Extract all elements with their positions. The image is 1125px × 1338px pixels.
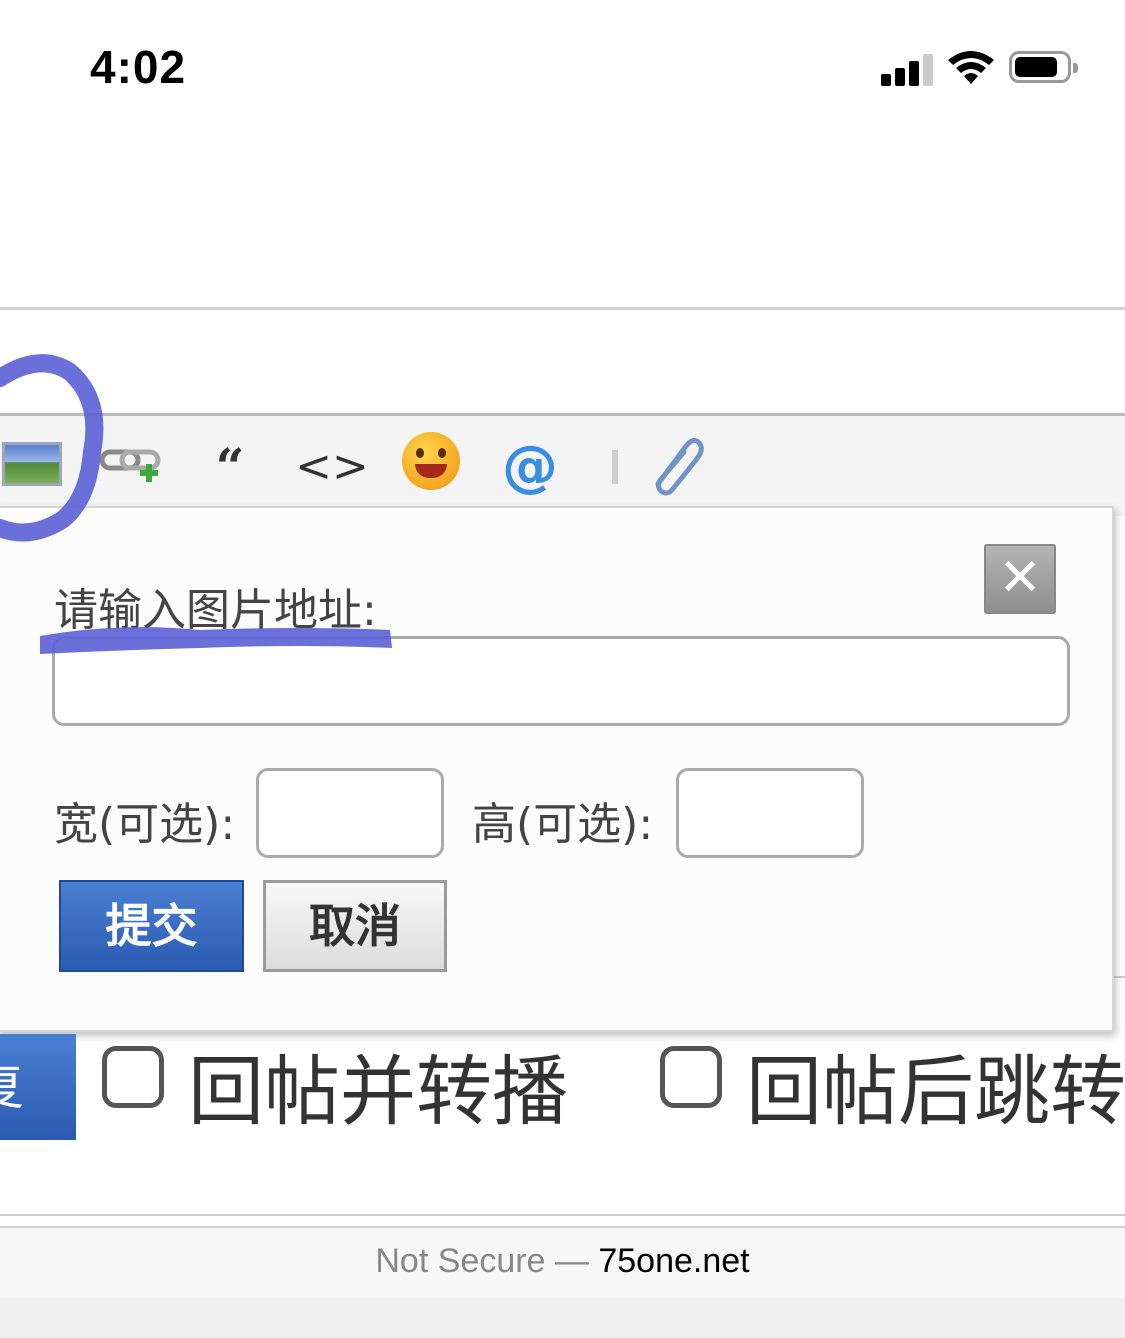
image-url-prompt: 请输入图片地址: (54, 585, 377, 636)
close-dialog-button[interactable]: ✕ (984, 544, 1056, 614)
quote-icon[interactable]: “ (210, 436, 250, 496)
cellular-signal-icon (881, 52, 933, 86)
insert-link-icon[interactable] (100, 444, 164, 490)
image-url-input[interactable] (52, 636, 1070, 726)
security-label: Not Secure — (375, 1242, 599, 1280)
battery-icon (1009, 51, 1078, 83)
cancel-button[interactable]: 取消 (263, 880, 447, 972)
width-label: 宽(可选): (54, 799, 236, 850)
smiley-icon[interactable] (402, 432, 460, 490)
reply-button[interactable]: 复 (0, 1034, 76, 1140)
divider (0, 1214, 1125, 1216)
paperclip-icon[interactable] (646, 432, 706, 496)
divider (0, 307, 1125, 310)
status-time: 4:02 (90, 41, 187, 93)
toolbar-separator (612, 450, 618, 484)
code-icon[interactable]: <> (295, 436, 369, 496)
height-label: 高(可选): (472, 799, 654, 850)
submit-button[interactable]: 提交 (59, 880, 244, 972)
domain-label: 75one.net (598, 1242, 750, 1280)
insert-image-icon[interactable] (2, 442, 62, 486)
browser-bottom-bar (0, 1298, 1125, 1338)
jump-after-reply-checkbox[interactable] (660, 1046, 722, 1108)
width-input[interactable] (256, 768, 444, 858)
reply-button-label: 复 (0, 1034, 24, 1140)
address-text: Not Secure — 75one.net (0, 1242, 1125, 1281)
jump-after-reply-label: 回帖后跳转 (746, 1047, 1125, 1136)
at-mention-icon[interactable]: @ (500, 434, 560, 499)
editor-toolbar (0, 413, 1125, 516)
repost-checkbox[interactable] (102, 1046, 164, 1108)
repost-checkbox-label: 回帖并转播 (188, 1047, 568, 1136)
height-input[interactable] (676, 768, 864, 858)
wifi-icon (948, 51, 994, 84)
